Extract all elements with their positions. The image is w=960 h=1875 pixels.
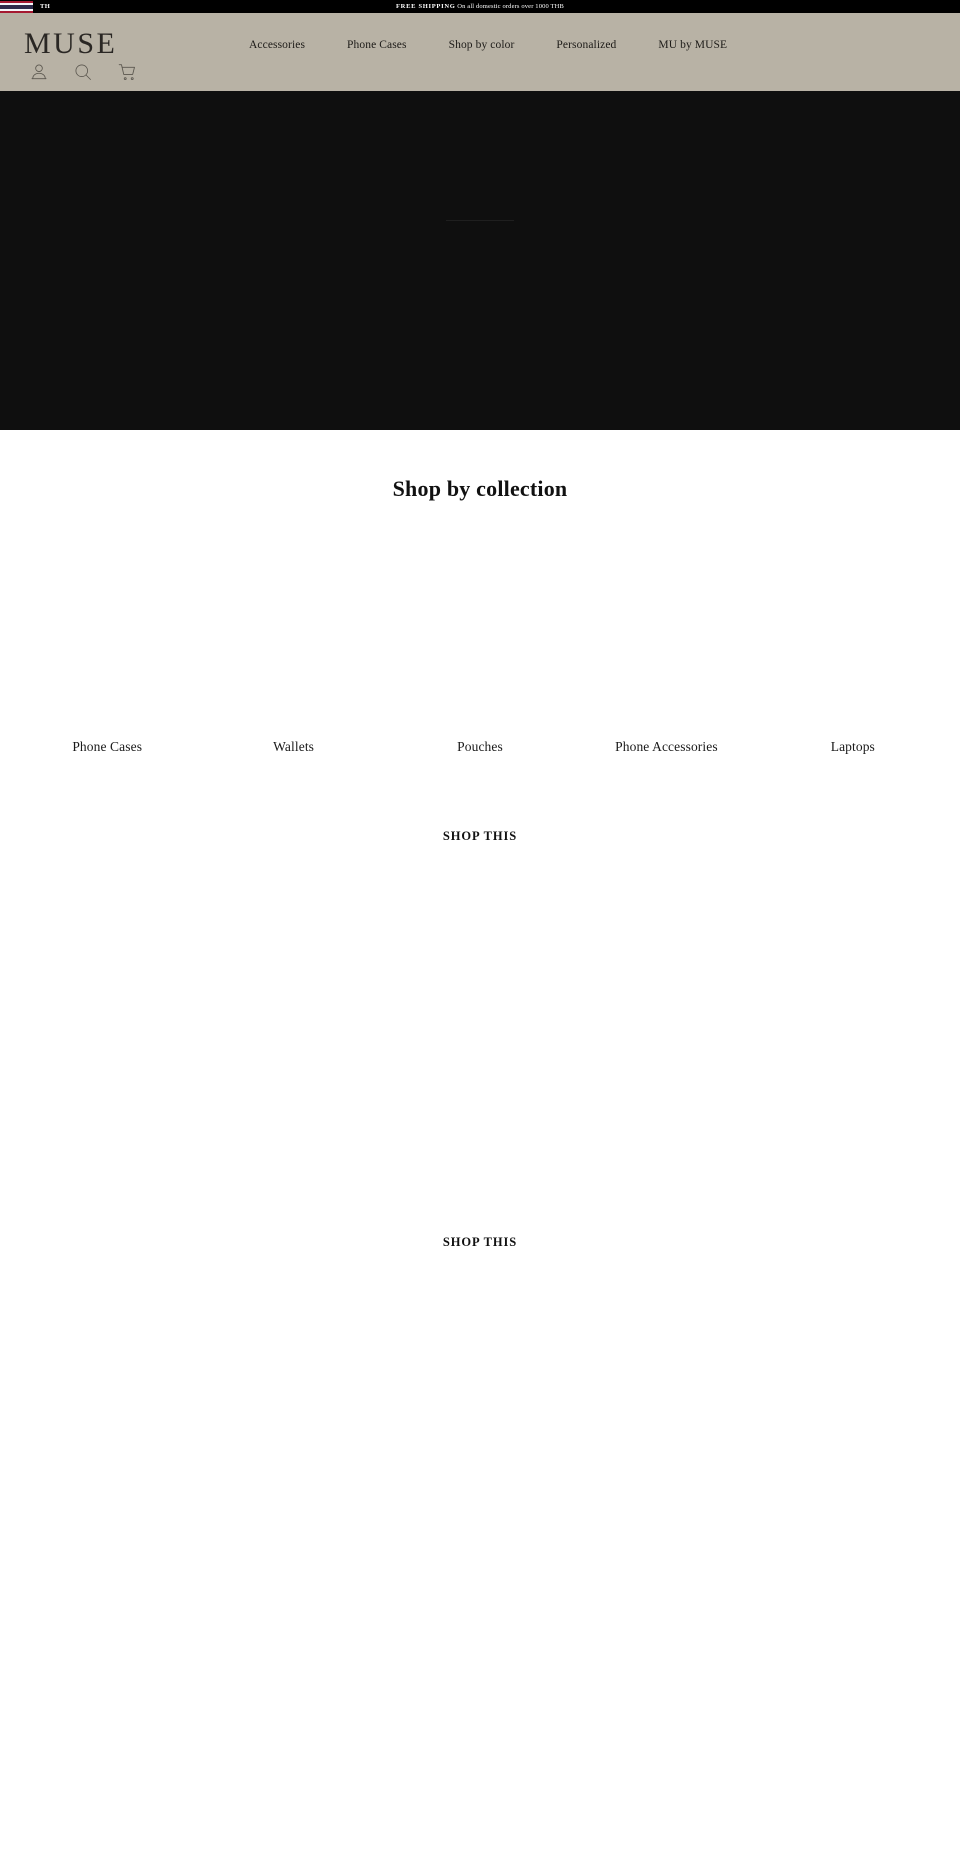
announcement-message-rest: On all domestic orders over 1000 THB [457,3,564,10]
collection-card-pouches[interactable]: Pouches [386,558,574,755]
collection-label: Laptops [830,739,875,754]
cart-icon[interactable] [116,61,138,83]
lookbook-image-2[interactable] [0,1250,960,1600]
brand-logo[interactable]: MUSE [24,29,117,59]
collection-label: Phone Cases [72,739,143,754]
hero-banner[interactable] [0,91,960,430]
collection-thumbnail [573,558,760,726]
collection-card-wallets[interactable]: Wallets [200,558,387,755]
account-icon[interactable] [28,61,50,83]
collection-thumbnail [200,558,387,726]
collection-thumbnail [386,558,574,726]
nav-item-shop-by-color[interactable]: Shop by color [428,39,536,51]
collection-thumbnail [14,558,201,726]
announcement-bar: TH FREE SHIPPING On all domestic orders … [0,0,960,13]
nav-item-accessories[interactable]: Accessories [228,39,326,51]
collection-label: Pouches [457,739,503,754]
collection-card-phone-accessories[interactable]: Phone Accessories [573,558,760,755]
announcement-message-strong: FREE SHIPPING [396,3,456,10]
nav-item-mu-by-muse[interactable]: MU by MUSE [637,39,748,51]
collection-card-laptops[interactable]: Laptops [759,558,947,755]
announcement-message: FREE SHIPPING On all domestic orders ove… [0,3,960,10]
collection-card-phone-cases[interactable]: Phone Cases [14,558,201,755]
collection-section-title: Shop by collection [392,476,568,501]
collection-label: Wallets [273,739,315,754]
nav-item-personalized[interactable]: Personalized [535,39,637,51]
hero-divider-rule [446,220,514,221]
lookbook-section-1: SHOP THIS [0,755,960,1190]
shop-this-link-1[interactable]: SHOP THIS [0,755,960,844]
search-icon[interactable] [72,61,94,83]
lookbook-image-1[interactable] [0,844,960,1174]
header-icon-group [28,61,138,83]
collection-label: Phone Accessories [615,739,718,754]
collection-section: Shop by collection Phone Cases Wallets P… [0,430,960,755]
lookbook-section-2: SHOP THIS [0,1190,960,1630]
collection-thumbnail [759,558,947,726]
site-header: MUSE Accessories Phone Cases Shop by col… [0,13,960,91]
shop-this-link-2[interactable]: SHOP THIS [0,1190,960,1250]
collection-grid: Phone Cases Wallets Pouches Phone Access… [0,558,960,755]
main-navigation: Accessories Phone Cases Shop by color Pe… [228,39,748,51]
nav-item-phone-cases[interactable]: Phone Cases [326,39,428,51]
